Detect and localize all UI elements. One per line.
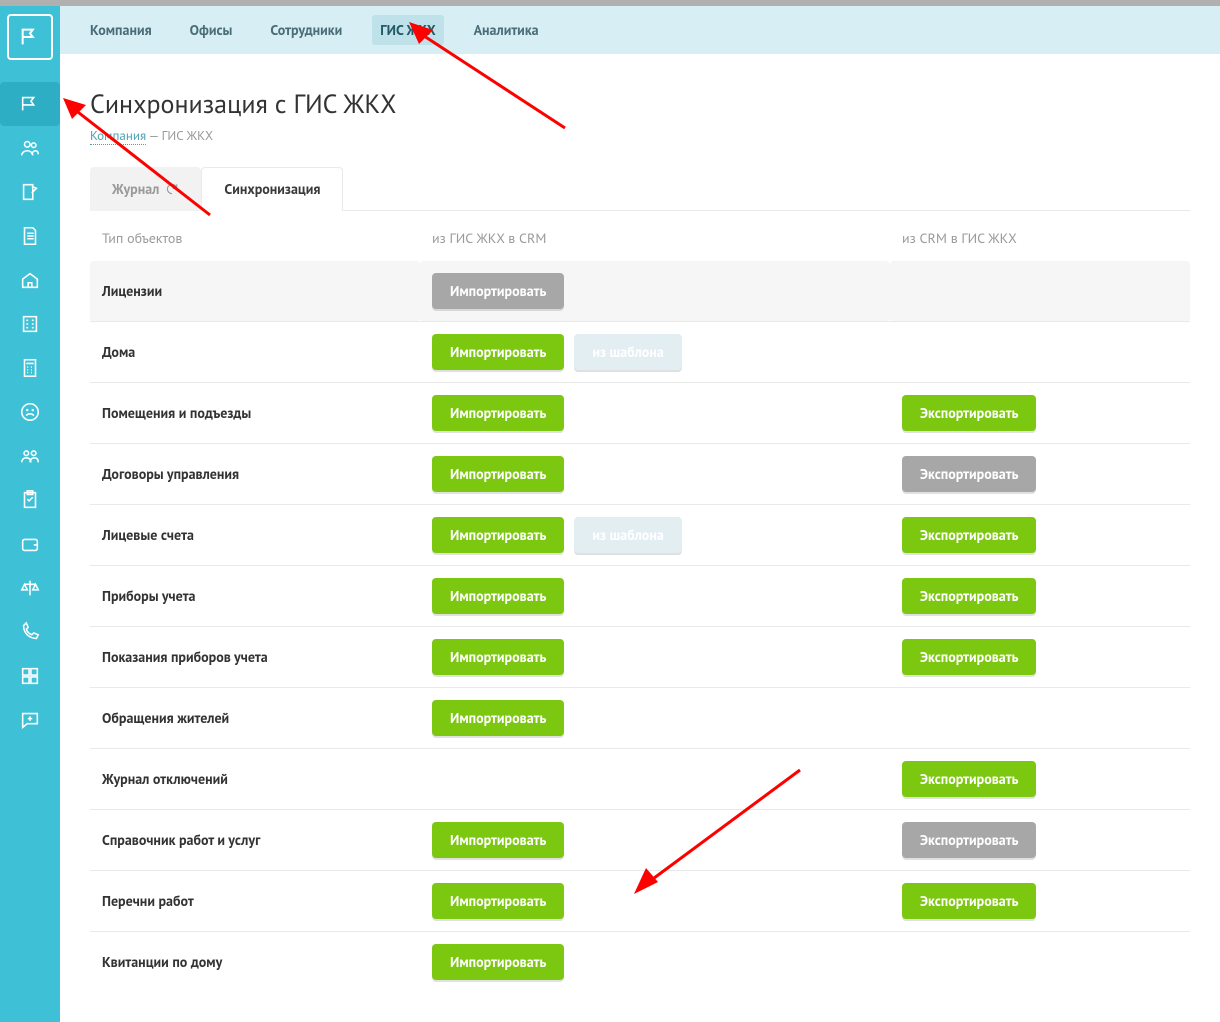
sync-table: Тип объектов из ГИС ЖКХ в CRM из CRM в Г… <box>90 211 1190 992</box>
rail-document-icon[interactable] <box>0 214 60 258</box>
rail-sad-face-icon[interactable] <box>0 390 60 434</box>
refresh-icon <box>165 182 179 196</box>
import-button[interactable]: Импортировать <box>432 578 564 614</box>
import-button[interactable]: Импортировать <box>432 456 564 492</box>
export-button[interactable]: Экспортировать <box>902 578 1036 614</box>
breadcrumb-link[interactable]: Компания <box>90 127 146 145</box>
topnav-аналитика[interactable]: Аналитика <box>466 15 547 45</box>
table-row: Обращения жителей Импортировать <box>90 688 1190 749</box>
row-name: Журнал отключений <box>90 749 420 810</box>
row-name: Лицевые счета <box>90 505 420 566</box>
import-button[interactable]: Импортировать <box>432 517 564 553</box>
rail-clipboard-icon[interactable] <box>0 478 60 522</box>
import-button[interactable]: Импортировать <box>432 944 564 980</box>
table-row: Дома Импортировать из шаблона <box>90 322 1190 383</box>
import-button[interactable]: Импортировать <box>432 822 564 858</box>
topnav-офисы[interactable]: Офисы <box>182 15 241 45</box>
app-root: КомпанияОфисыСотрудникиГИС ЖКХАналитика … <box>0 0 1220 1022</box>
row-name: Помещения и подъезды <box>90 383 420 444</box>
import-button[interactable]: Импортировать <box>432 334 564 370</box>
top-nav: Компания Офисы Сотрудники ГИС ЖКХ Аналитика <box>60 6 1220 54</box>
table-row: Договоры управления Импортировать Экспорти… <box>90 444 1190 505</box>
table-row: Помещения и подъезды Импортировать Экспорт… <box>90 383 1190 444</box>
rail-phone-icon[interactable] <box>0 610 60 654</box>
row-name: Обращения жителей <box>90 688 420 749</box>
template-button[interactable]: из шаблона <box>574 517 681 553</box>
table-row: Лицензии Импортировать <box>90 261 1190 322</box>
row-name: Квитанции по дому <box>90 932 420 993</box>
row-name: Показания приборов учета <box>90 627 420 688</box>
import-button[interactable]: Импортировать <box>432 883 564 919</box>
table-row: Справочник работ и услуг Импортировать Экс… <box>90 810 1190 871</box>
table-row: Журнал отключений Экспортировать <box>90 749 1190 810</box>
app-logo[interactable] <box>7 14 53 60</box>
page-title: Синхронизация с ГИС ЖКХ <box>90 88 1190 121</box>
export-button[interactable]: Экспортировать <box>902 517 1036 553</box>
rail-users-icon[interactable] <box>0 126 60 170</box>
breadcrumb-current: ГИС ЖКХ <box>162 127 213 144</box>
row-name: Лицензии <box>90 261 420 322</box>
export-button: Экспортировать <box>902 456 1036 492</box>
breadcrumb: Компания — ГИС ЖКХ <box>90 127 1190 144</box>
tab-журнал[interactable]: Журнал <box>90 167 201 211</box>
tab-синхронизация[interactable]: Синхронизация <box>201 167 343 211</box>
rail-calculator-icon[interactable] <box>0 346 60 390</box>
rail-building-icon[interactable] <box>0 302 60 346</box>
export-button[interactable]: Экспортировать <box>902 639 1036 675</box>
row-name: Договоры управления <box>90 444 420 505</box>
import-button[interactable]: Импортировать <box>432 639 564 675</box>
page-body: Синхронизация с ГИС ЖКХ Компания — ГИС Ж… <box>60 54 1220 1022</box>
table-row: Перечни работ Импортировать Экспортировать <box>90 871 1190 932</box>
row-name: Перечни работ <box>90 871 420 932</box>
rail-house-icon[interactable] <box>0 258 60 302</box>
row-name: Справочник работ и услуг <box>90 810 420 871</box>
rail-wallet-icon[interactable] <box>0 522 60 566</box>
rail-company-icon[interactable] <box>0 82 60 126</box>
template-button[interactable]: из шаблона <box>574 334 681 370</box>
col-import: из ГИС ЖКХ в CRM <box>420 211 890 261</box>
table-row: Показания приборов учета Импортировать Экс… <box>90 627 1190 688</box>
col-export: из CRM в ГИС ЖКХ <box>890 211 1190 261</box>
rail-compose-icon[interactable] <box>0 170 60 214</box>
row-name: Приборы учета <box>90 566 420 627</box>
rail-scale-icon[interactable] <box>0 566 60 610</box>
top-shade <box>0 0 1220 6</box>
col-type: Тип объектов <box>90 211 420 261</box>
rail-chat-plus-icon[interactable] <box>0 698 60 742</box>
table-row: Приборы учета Импортировать Экспортировать <box>90 566 1190 627</box>
export-button[interactable]: Экспортировать <box>902 395 1036 431</box>
rail-dashboard-icon[interactable] <box>0 654 60 698</box>
export-button[interactable]: Экспортировать <box>902 761 1036 797</box>
export-button: Экспортировать <box>902 822 1036 858</box>
row-name: Дома <box>90 322 420 383</box>
tabs: ЖурналСинхронизация <box>90 166 1190 211</box>
import-button: Импортировать <box>432 273 564 309</box>
table-row: Лицевые счета Импортировать из шаблона Эксп… <box>90 505 1190 566</box>
export-button[interactable]: Экспортировать <box>902 883 1036 919</box>
left-rail <box>0 6 60 1022</box>
table-row: Квитанции по дому Импортировать <box>90 932 1190 993</box>
import-button[interactable]: Импортировать <box>432 700 564 736</box>
topnav-компания[interactable]: Компания <box>82 15 160 45</box>
topnav-гис жкх[interactable]: ГИС ЖКХ <box>372 15 443 45</box>
content-area: КомпанияОфисыСотрудникиГИС ЖКХАналитика … <box>60 0 1220 1022</box>
rail-people-icon[interactable] <box>0 434 60 478</box>
import-button[interactable]: Импортировать <box>432 395 564 431</box>
topnav-сотрудники[interactable]: Сотрудники <box>262 15 350 45</box>
